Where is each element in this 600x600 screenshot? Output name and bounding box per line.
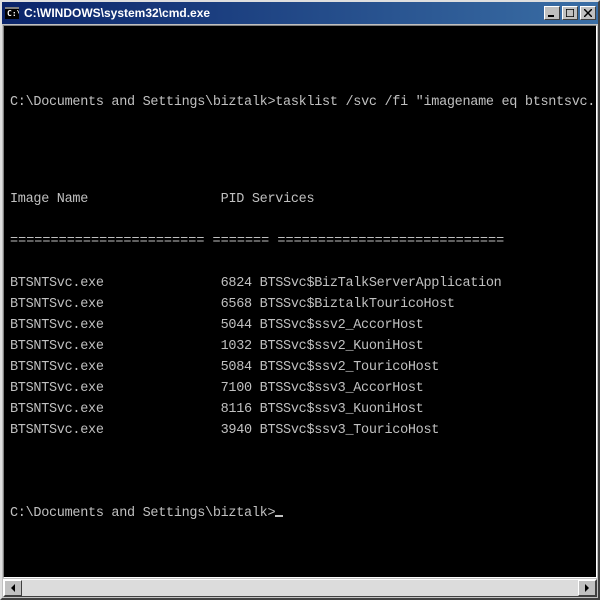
maximize-button[interactable] xyxy=(562,6,578,20)
process-list: BTSNTSvc.exe 6824 BTSSvc$BizTalkServerAp… xyxy=(10,274,590,441)
blank-line xyxy=(10,135,590,156)
cmd-window: C:\ C:\WINDOWS\system32\cmd.exe C:\Docum… xyxy=(0,0,600,600)
table-row: BTSNTSvc.exe 7100 BTSSvc$ssv3_AccorHost xyxy=(10,379,590,400)
window-controls xyxy=(544,6,596,20)
cmd-icon: C:\ xyxy=(4,5,20,21)
col-pid: PID xyxy=(221,192,244,207)
blank-line xyxy=(10,51,590,72)
col-image-name: Image Name xyxy=(10,192,88,207)
col-services: Services xyxy=(252,192,314,207)
scroll-left-button[interactable] xyxy=(4,580,22,596)
table-row: BTSNTSvc.exe 3940 BTSSvc$ssv3_TouricoHos… xyxy=(10,421,590,442)
table-row: BTSNTSvc.exe 1032 BTSSvc$ssv2_KuoniHost xyxy=(10,337,590,358)
prompt: C:\Documents and Settings\biztalk> xyxy=(10,506,275,521)
scrollbar-track[interactable] xyxy=(22,580,578,596)
table-header: Image Name PID Services xyxy=(10,190,590,211)
command-line: C:\Documents and Settings\biztalk>taskli… xyxy=(10,93,590,114)
svg-text:C:\: C:\ xyxy=(7,9,19,18)
table-row: BTSNTSvc.exe 5044 BTSSvc$ssv2_AccorHost xyxy=(10,316,590,337)
titlebar[interactable]: C:\ C:\WINDOWS\system32\cmd.exe xyxy=(2,2,598,24)
separator-line: ======================== ======= =======… xyxy=(10,232,590,253)
table-row: BTSNTSvc.exe 6568 BTSSvc$BiztalkTouricoH… xyxy=(10,295,590,316)
cursor xyxy=(275,515,283,517)
console-output[interactable]: C:\Documents and Settings\biztalk>taskli… xyxy=(3,25,597,578)
prompt-line: C:\Documents and Settings\biztalk> xyxy=(10,504,590,525)
prompt: C:\Documents and Settings\biztalk> xyxy=(10,95,275,110)
window-title: C:\WINDOWS\system32\cmd.exe xyxy=(24,6,544,20)
typed-command: tasklist /svc /fi "imagename eq btsntsvc… xyxy=(275,95,597,110)
blank-line xyxy=(10,462,590,483)
table-row: BTSNTSvc.exe 5084 BTSSvc$ssv2_TouricoHos… xyxy=(10,358,590,379)
scroll-right-button[interactable] xyxy=(578,580,596,596)
horizontal-scrollbar[interactable] xyxy=(3,579,597,597)
close-button[interactable] xyxy=(580,6,596,20)
table-row: BTSNTSvc.exe 6824 BTSSvc$BizTalkServerAp… xyxy=(10,274,590,295)
table-row: BTSNTSvc.exe 8116 BTSSvc$ssv3_KuoniHost xyxy=(10,400,590,421)
minimize-button[interactable] xyxy=(544,6,560,20)
